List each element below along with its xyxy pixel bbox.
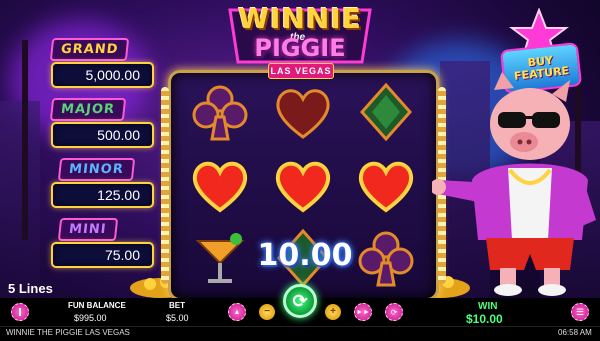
win-amount-display: 10.00 — [257, 238, 353, 273]
balance-value: $995.00 — [74, 313, 107, 323]
logo-piggie: PIGGIE — [254, 34, 346, 62]
settings-button[interactable]: ☰ — [571, 303, 589, 321]
paylines-count: 5 Lines — [8, 281, 53, 296]
heart-icon — [266, 150, 340, 220]
heart-icon — [266, 77, 340, 147]
autoplay-button[interactable]: ⟳ — [385, 303, 403, 321]
bet-value: $5.00 — [166, 313, 189, 323]
jackpot-value: 500.00 — [51, 122, 154, 148]
reel-lights-left — [161, 87, 169, 284]
autoplay-icon: ⟳ — [390, 307, 398, 317]
background-building — [0, 101, 40, 301]
plus-icon: + — [330, 306, 336, 317]
logo-winnie: WINNIE — [238, 2, 362, 35]
bet-decrease-button[interactable]: − — [259, 304, 275, 320]
jackpot-label: MINOR — [57, 158, 135, 181]
jackpot-label: MAJOR — [49, 98, 127, 121]
cocktail-icon — [183, 223, 257, 293]
win-value: $10.00 — [466, 312, 503, 326]
jackpot-value: 125.00 — [51, 182, 154, 208]
diamond-icon — [349, 77, 423, 147]
max-bet-icon: ▲ — [233, 308, 241, 316]
bet-label: BET — [169, 301, 185, 310]
clock: 06:58 AM — [558, 328, 592, 337]
win-label: WIN — [478, 301, 498, 312]
game-title-footer: WINNIE THE PIGGIE LAS VEGAS — [6, 328, 130, 337]
menu-icon — [19, 308, 21, 316]
turbo-button[interactable]: ►► — [354, 303, 372, 321]
jackpot-label: GRAND — [49, 38, 130, 61]
palm-tree — [22, 40, 28, 240]
logo-las-vegas-badge: LAS VEGAS — [268, 63, 334, 79]
club-icon — [183, 77, 257, 147]
turbo-icon: ►► — [356, 308, 370, 316]
game-screen: GRAND 5,000.00 MAJOR 500.00 MINOR 125.00… — [0, 0, 600, 341]
pig-character — [432, 72, 596, 296]
menu-button[interactable] — [11, 303, 29, 321]
heart-icon — [183, 150, 257, 220]
jackpot-value: 5,000.00 — [51, 62, 154, 88]
minus-icon: − — [264, 306, 270, 317]
menu-lines-icon: ☰ — [575, 306, 585, 317]
jackpot-label: MINI — [57, 218, 118, 241]
jackpot-value: 75.00 — [51, 242, 154, 268]
bet-increase-button[interactable]: + — [325, 304, 341, 320]
spin-button[interactable]: ⟳ — [283, 284, 317, 318]
heart-icon — [349, 150, 423, 220]
balance-label: FUN BALANCE — [68, 301, 126, 310]
game-logo: WINNIE the PIGGIE LAS VEGAS — [206, 0, 394, 82]
max-bet-button[interactable]: ▲ — [228, 303, 246, 321]
spin-icon: ⟳ — [292, 290, 308, 311]
club-icon — [349, 223, 423, 293]
